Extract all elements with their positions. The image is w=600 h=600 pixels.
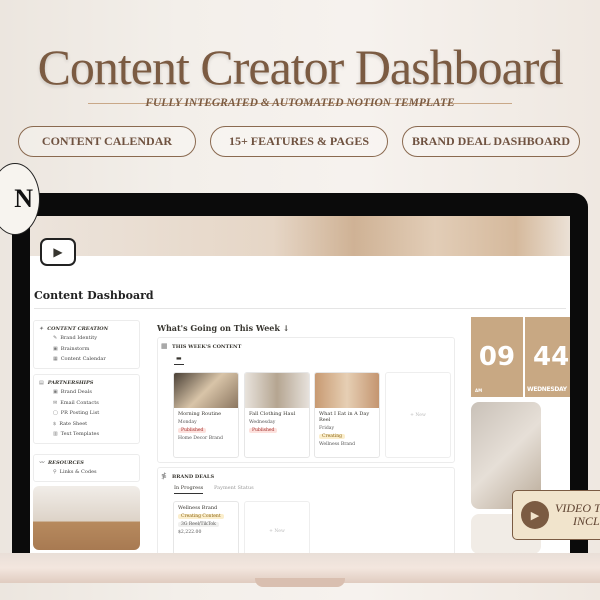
- pill-features: 15+ FEATURES & PAGES: [210, 126, 388, 157]
- pill-brand-deal: BRAND DEAL DASHBOARD: [402, 126, 580, 157]
- status-badge: Published: [178, 428, 207, 433]
- pill-content-calendar: CONTENT CALENDAR: [18, 126, 196, 157]
- sidebar-item-rate-sheet[interactable]: $ Rate Sheet: [39, 419, 134, 430]
- section-title: PARTNERSHIPS: [47, 379, 94, 386]
- deal-card[interactable]: Wellness Brand Creating Content 3G Reel/…: [173, 501, 239, 554]
- desk-image: [33, 486, 140, 550]
- tab-payment-status[interactable]: Payment Status: [214, 485, 254, 491]
- card-brand: Home Decor Brand: [178, 436, 223, 441]
- template-icon: ▥: [53, 431, 58, 438]
- item-label: Text Templates: [60, 431, 100, 438]
- sidebar-item-brainstorm[interactable]: ▣ Brainstorm: [39, 344, 134, 355]
- tab-in-progress[interactable]: In Progress: [174, 485, 204, 494]
- card-brand: Wellness Brand: [319, 442, 356, 447]
- laptop-notch: [255, 578, 345, 587]
- book-icon: ▤: [39, 379, 44, 386]
- status-badge: Creating: [319, 434, 345, 439]
- card-image: [315, 373, 379, 408]
- minute: 44: [533, 342, 570, 372]
- sidebar-resources: 〰 RESOURCES ⚲ Links & Codes: [33, 454, 140, 482]
- divider: [34, 308, 566, 309]
- sidebar-item-email-contacts[interactable]: ✉ Email Contacts: [39, 398, 134, 409]
- list-icon: ▢: [53, 410, 58, 417]
- week-heading: What's Going on This Week ↓: [157, 323, 290, 333]
- sidebar-partnerships: ▤ PARTNERSHIPS ▣ Brand Deals ✉ Email Contac…: [33, 374, 140, 444]
- sparkle-icon: ✦: [39, 325, 44, 332]
- panel-title: THIS WEEK'S CONTENT: [172, 344, 242, 350]
- banner-subtitle: FULLY INTEGRATED & AUTOMATED NOTION TEMP…: [145, 97, 455, 109]
- idea-icon: ▣: [53, 345, 58, 352]
- content-card[interactable]: Fall Clothing Haul Wednesday Published: [244, 372, 310, 458]
- cover-image: [30, 216, 570, 256]
- sidebar-item-brand-deals[interactable]: ▣ Brand Deals: [39, 387, 134, 398]
- new-deal-button[interactable]: + New: [244, 501, 310, 554]
- content-card[interactable]: What I Eat in A Day Reel Friday Creating…: [314, 372, 380, 458]
- ampm: AM: [475, 388, 483, 393]
- play-icon: ▶: [521, 501, 549, 529]
- item-label: Brand Deals: [60, 389, 92, 396]
- sidebar-item-links-codes[interactable]: ⚲ Links & Codes: [39, 467, 134, 478]
- item-label: Content Calendar: [60, 356, 106, 363]
- sidebar-item-brand-identity[interactable]: ✎ Brand Identity: [39, 333, 134, 344]
- calendar-icon: ▦: [161, 342, 168, 350]
- sidebar-item-content-calendar[interactable]: ▦ Content Calendar: [39, 354, 134, 365]
- section-title: RESOURCES: [48, 459, 84, 466]
- notion-page: ▶ Content Dashboard ✦ CONTENT CREATION ✎ B…: [30, 216, 570, 554]
- deal-type: 3G Reel/TikTok: [178, 522, 219, 527]
- youtube-play-icon: ▶: [40, 238, 76, 266]
- card-title: What I Eat in A Day Reel: [319, 411, 370, 423]
- item-label: Links & Codes: [59, 469, 97, 476]
- video-tutorial-badge: ▶ VIDEO T INCL: [512, 490, 600, 540]
- card-image: [174, 373, 238, 408]
- pen-icon: ✎: [53, 335, 58, 342]
- deal-brand: Wellness Brand: [178, 505, 218, 511]
- card-day: Friday: [319, 426, 335, 431]
- wave-icon: 〰: [39, 460, 45, 466]
- this-weeks-content-panel: ▦ THIS WEEK'S CONTENT ▬ Morning Routine …: [157, 337, 455, 463]
- item-label: Rate Sheet: [59, 420, 88, 427]
- new-card-button[interactable]: + New: [385, 372, 451, 458]
- weekday: WEDNESDAY: [527, 386, 567, 393]
- status-badge: Published: [249, 428, 278, 433]
- deals-icon: ≸: [161, 472, 167, 480]
- dollar-icon: $: [53, 420, 57, 427]
- mail-icon: ✉: [53, 399, 58, 406]
- clock-hour: 09 AM: [471, 317, 523, 397]
- brand-deals-panel: ≸ BRAND DEALS In Progress Payment Status…: [157, 467, 455, 554]
- item-label: Brainstorm: [60, 345, 90, 352]
- video-badge-line2: INCL: [573, 514, 600, 528]
- calendar-view-tab[interactable]: ▬: [174, 355, 184, 365]
- deal-amount: $2,222.00: [178, 530, 202, 535]
- card-title: Morning Routine: [178, 411, 222, 417]
- page-title: Content Dashboard: [34, 289, 154, 302]
- sidebar-item-pr-posting-list[interactable]: ▢ PR Posting List: [39, 408, 134, 419]
- link-icon: ⚲: [53, 469, 57, 476]
- card-day: Wednesday: [249, 420, 276, 425]
- card-title: Fall Clothing Haul: [249, 411, 296, 417]
- item-label: Brand Identity: [60, 335, 98, 342]
- card-image: [245, 373, 309, 408]
- item-label: Email Contacts: [60, 399, 99, 406]
- deal-icon: ▣: [53, 389, 58, 396]
- clock-minute: 44 WEDNESDAY: [525, 317, 570, 397]
- sidebar-item-text-templates[interactable]: ▥ Text Templates: [39, 429, 134, 440]
- item-label: PR Posting List: [60, 410, 100, 417]
- section-title: CONTENT CREATION: [47, 325, 109, 332]
- card-day: Monday: [178, 420, 197, 425]
- hour: 09: [478, 342, 516, 372]
- calendar-icon: ▦: [53, 356, 58, 363]
- panel-title: BRAND DEALS: [172, 474, 215, 480]
- content-card[interactable]: Morning Routine Monday Published Home De…: [173, 372, 239, 458]
- sidebar-content-creation: ✦ CONTENT CREATION ✎ Brand Identity ▣ Brain…: [33, 320, 140, 369]
- banner-title: Content Creator Dashboard: [37, 39, 564, 95]
